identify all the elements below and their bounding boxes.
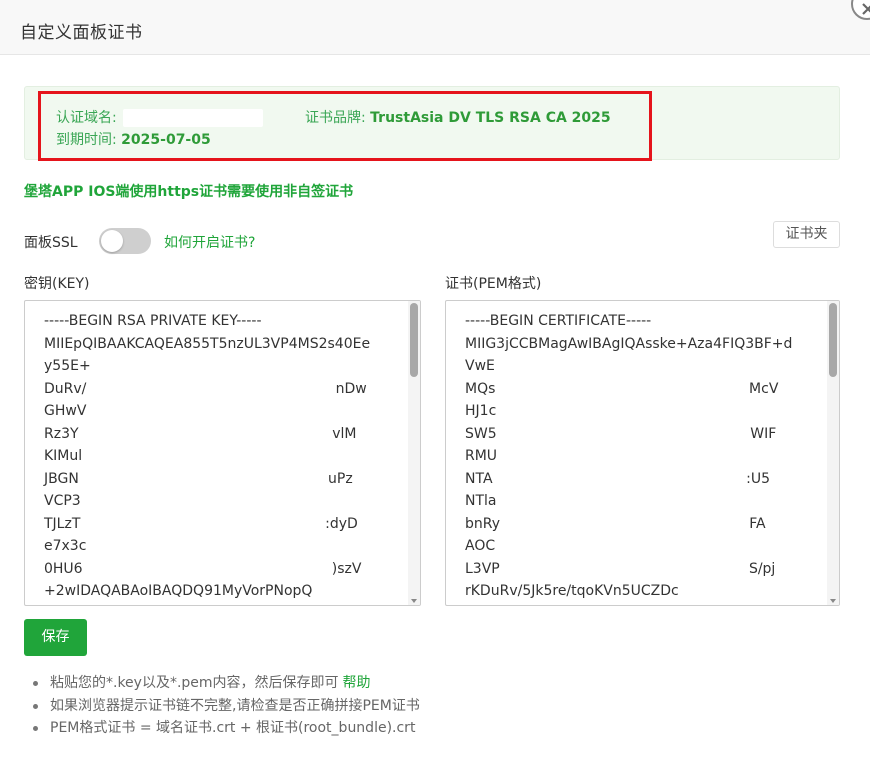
- panel-ssl-label: 面板SSL: [24, 235, 78, 251]
- textarea-line: MQs McV: [465, 380, 779, 397]
- textarea-line: VCP3: [44, 493, 81, 509]
- app-https-notice: 堡塔APP IOS端使用https证书需要使用非自签证书: [24, 184, 354, 200]
- pem-scrollbar[interactable]: [827, 301, 839, 605]
- tips-list: 粘贴您的*.key以及*.pem内容，然后保存即可 帮助 如果浏览器提示证书链不完…: [30, 674, 420, 742]
- panel-ssl-toggle[interactable]: [99, 228, 151, 254]
- brand-value: TrustAsia DV TLS RSA CA 2025: [370, 110, 611, 126]
- textarea-line: GHwV: [44, 403, 87, 419]
- howto-enable-ssl-link[interactable]: 如何开启证书?: [164, 232, 255, 252]
- scroll-thumb[interactable]: [410, 303, 418, 377]
- textarea-line: bnRy FA: [465, 515, 766, 532]
- textarea-line: y55E+: [44, 358, 91, 374]
- brand-label: 证书品牌:: [305, 110, 366, 126]
- textarea-line: AOC: [465, 538, 496, 554]
- close-icon: [862, 3, 870, 15]
- expire-row: 到期时间: 2025-07-05: [56, 129, 211, 149]
- textarea-line: e7x3c: [44, 538, 87, 554]
- pem-textarea[interactable]: -----BEGIN CERTIFICATE----- MIIG3jCCBMagA…: [445, 300, 840, 606]
- scroll-thumb[interactable]: [829, 303, 837, 377]
- textarea-line: HJ1c: [465, 403, 497, 419]
- pem-content: -----BEGIN CERTIFICATE----- MIIG3jCCBMagA…: [465, 310, 792, 603]
- textarea-line: KIMul: [44, 448, 83, 464]
- tip-item: PEM格式证书 = 域名证书.crt + 根证书(root_bundle).cr…: [30, 719, 420, 742]
- expire-label: 到期时间:: [56, 132, 117, 148]
- textarea-line: NTA :U5: [465, 470, 771, 487]
- textarea-line: -----BEGIN RSA PRIVATE KEY-----: [44, 313, 262, 329]
- key-label: 密钥(KEY): [24, 276, 90, 292]
- textarea-line: RMU: [465, 448, 498, 464]
- textarea-line: 0HU6 )szV: [44, 560, 362, 577]
- scroll-down-arrow-icon[interactable]: [411, 599, 417, 603]
- dialog-title: 自定义面板证书: [20, 23, 143, 43]
- textarea-line: +2wIDAQABAoIBAQDQ91MyVorPNopQ: [44, 583, 313, 599]
- help-link[interactable]: 帮助: [343, 675, 371, 691]
- textarea-line: L3VP S/pj: [465, 560, 776, 577]
- toggle-knob: [101, 230, 123, 252]
- textarea-line: JBGN uPz: [44, 470, 353, 487]
- textarea-line: DuRv/ nDw: [44, 380, 367, 397]
- domain-value-redacted: [123, 109, 264, 127]
- dialog-header: 自定义面板证书: [0, 0, 870, 55]
- textarea-line: -----BEGIN CERTIFICATE-----: [465, 313, 652, 329]
- textarea-line: Rz3Y vlM: [44, 425, 357, 442]
- textarea-line: SW5 WIF: [465, 425, 777, 442]
- pem-label: 证书(PEM格式): [445, 276, 542, 292]
- textarea-line: TJLzT :dyD: [44, 515, 358, 532]
- tip-item: 如果浏览器提示证书链不完整,请检查是否正确拼接PEM证书: [30, 697, 420, 720]
- scroll-down-arrow-icon[interactable]: [830, 599, 836, 603]
- textarea-line: rKDuRv/5Jk5re/tqoKVn5UCZDc: [465, 583, 679, 599]
- textarea-line: MIIEpQIBAAKCAQEA855T5nzUL3VP4MS2s40Ee: [44, 335, 371, 352]
- expire-value: 2025-07-05: [121, 132, 211, 148]
- textarea-line: VwE: [465, 358, 495, 374]
- save-button[interactable]: 保存: [24, 619, 87, 656]
- brand-row: 证书品牌: TrustAsia DV TLS RSA CA 2025: [305, 107, 611, 127]
- key-textarea[interactable]: -----BEGIN RSA PRIVATE KEY----- MIIEpQIBA…: [24, 300, 421, 606]
- key-content: -----BEGIN RSA PRIVATE KEY----- MIIEpQIBA…: [44, 310, 370, 603]
- cert-folder-button[interactable]: 证书夹: [773, 221, 840, 248]
- domain-row: 认证域名:: [56, 107, 264, 127]
- key-scrollbar[interactable]: [408, 301, 420, 605]
- textarea-line: NTla: [465, 493, 497, 509]
- domain-label: 认证域名:: [56, 110, 117, 126]
- tip-item: 粘贴您的*.key以及*.pem内容，然后保存即可 帮助: [30, 674, 420, 697]
- textarea-line: MIIG3jCCBMagAwIBAgIQAsske+Aza4FIQ3BF+d: [465, 335, 793, 352]
